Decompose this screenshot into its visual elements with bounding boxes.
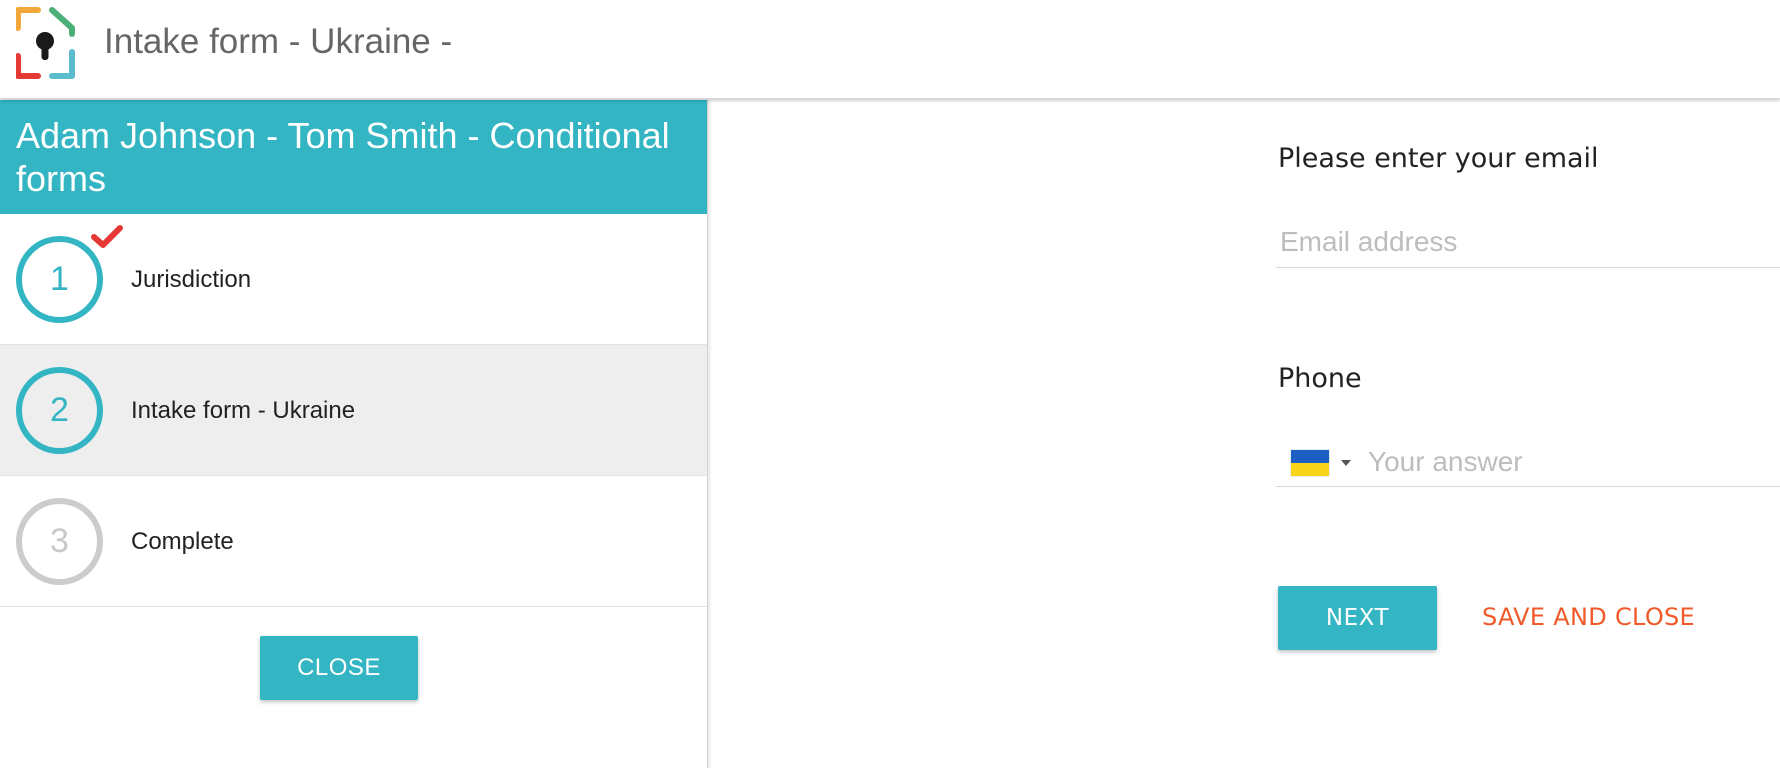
email-underline: [1276, 267, 1780, 268]
steps-panel: Adam Johnson - Tom Smith - Conditional f…: [0, 100, 708, 768]
next-button[interactable]: NEXT: [1278, 586, 1437, 650]
step-label: Jurisdiction: [131, 265, 252, 293]
country-code-select[interactable]: [1291, 446, 1351, 480]
phone-field[interactable]: [1368, 440, 1768, 484]
page-title: Intake form - Ukraine -: [104, 22, 453, 61]
email-label: Please enter your email: [1278, 143, 1599, 174]
step-jurisdiction[interactable]: 1 Jurisdiction: [0, 214, 707, 345]
step-number: 3: [16, 498, 103, 585]
panel-title: Adam Johnson - Tom Smith - Conditional f…: [0, 100, 707, 214]
email-field[interactable]: [1280, 220, 1770, 264]
save-and-close-button[interactable]: SAVE AND CLOSE: [1482, 603, 1695, 631]
step-intake-form[interactable]: 2 Intake form - Ukraine: [0, 345, 707, 476]
app-window: Intake form - Ukraine - Adam Johnson - T…: [0, 0, 1780, 768]
step-number: 2: [16, 367, 103, 454]
step-label: Complete: [131, 527, 234, 555]
phone-label: Phone: [1278, 363, 1362, 394]
step-label: Intake form - Ukraine: [131, 396, 356, 424]
check-icon: [91, 225, 123, 248]
top-bar: Intake form - Ukraine -: [0, 0, 1780, 99]
ukraine-flag-icon: [1291, 450, 1329, 476]
close-button[interactable]: CLOSE: [260, 636, 418, 700]
keyhole-logo-icon: [16, 7, 75, 79]
caret-down-icon: [1341, 460, 1351, 466]
step-complete[interactable]: 3 Complete: [0, 476, 707, 607]
phone-underline: [1276, 486, 1780, 487]
